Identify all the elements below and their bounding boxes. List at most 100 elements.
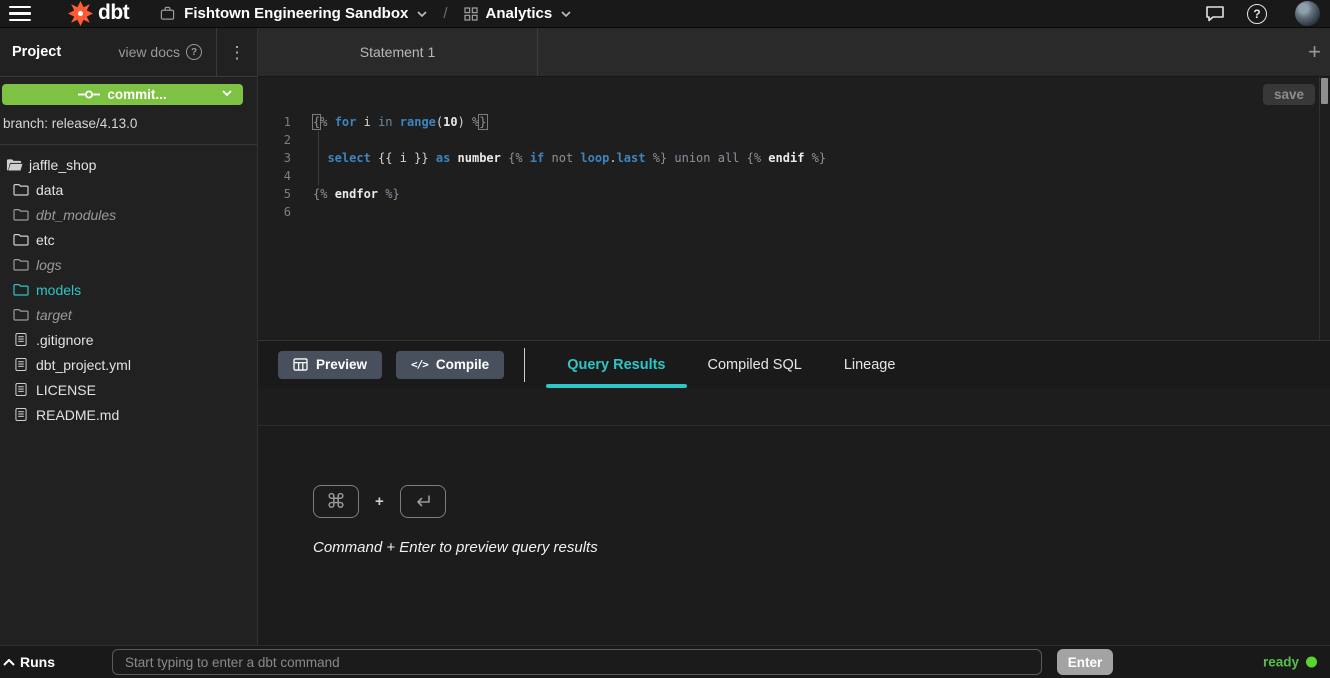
- results-toolbar: Preview </> Compile Query ResultsCompile…: [258, 340, 1330, 388]
- tree-item-label: jaffle_shop: [29, 157, 96, 173]
- tree-item-readme-md[interactable]: README.md: [0, 402, 257, 427]
- chevron-down-icon: [561, 11, 571, 17]
- dbt-logo-icon: [68, 1, 93, 26]
- project-name: Fishtown Engineering Sandbox: [184, 5, 408, 22]
- code-text: [305, 167, 313, 185]
- tree-item-label: target: [36, 307, 72, 323]
- folder-open-icon: [5, 158, 23, 172]
- code-line[interactable]: 1{% for i in range(10) %}: [258, 113, 1318, 131]
- results-tabs: Query ResultsCompiled SQLLineage: [546, 341, 916, 388]
- tab-query-results[interactable]: Query Results: [546, 341, 686, 388]
- tab-lineage[interactable]: Lineage: [823, 341, 917, 388]
- folder-icon: [12, 183, 30, 196]
- tree-item-gitignore[interactable]: .gitignore: [0, 327, 257, 352]
- folder-icon: [12, 283, 30, 296]
- chevron-up-icon: [3, 659, 15, 666]
- branch-label: branch: release/4.13.0: [3, 116, 257, 131]
- environment-switcher[interactable]: Analytics: [464, 5, 572, 22]
- line-number: 4: [258, 167, 305, 185]
- file-icon: [12, 407, 30, 422]
- line-number: 5: [258, 185, 305, 203]
- code-text: [305, 203, 313, 221]
- hamburger-menu-icon[interactable]: [9, 6, 31, 21]
- tree-item-label: LICENSE: [36, 382, 96, 398]
- tree-item-dbt-modules[interactable]: dbt_modules: [0, 202, 257, 227]
- tree-item-models[interactable]: models: [0, 277, 257, 302]
- editor-column: Statement 1 + save 1{% for i in range(10…: [258, 28, 1330, 645]
- sidebar-title: Project: [12, 44, 61, 60]
- tree-item-label: etc: [36, 232, 55, 248]
- command-input[interactable]: [112, 649, 1042, 675]
- folder-icon: [12, 233, 30, 246]
- indent-guide: [318, 131, 319, 185]
- dbt-cloud-ide: dbt Fishtown Engineering Sandbox /: [0, 0, 1330, 678]
- tab-statement-1[interactable]: Statement 1: [258, 28, 538, 76]
- question-circle-icon: ?: [186, 44, 202, 60]
- folder-icon: [12, 208, 30, 221]
- save-button-label: save: [1274, 87, 1304, 102]
- editor-scrollbar[interactable]: [1319, 77, 1330, 340]
- help-icon[interactable]: ?: [1247, 4, 1267, 24]
- status-label: ready: [1263, 655, 1299, 670]
- view-docs-link[interactable]: view docs ?: [119, 44, 202, 60]
- status-indicator: ready: [1263, 655, 1317, 670]
- tree-item-label: data: [36, 182, 63, 198]
- folder-icon: [12, 258, 30, 271]
- kebab-menu-icon[interactable]: ⋮: [217, 44, 257, 61]
- new-tab-button[interactable]: +: [1308, 28, 1321, 76]
- breadcrumb-separator: /: [443, 5, 447, 22]
- tree-item-target[interactable]: target: [0, 302, 257, 327]
- code-line[interactable]: 2: [258, 131, 1318, 149]
- commit-button[interactable]: commit...: [2, 84, 243, 105]
- tree-item-data[interactable]: data: [0, 177, 257, 202]
- briefcase-icon: [160, 6, 175, 21]
- bottom-bar: Runs Enter ready: [0, 645, 1330, 678]
- code-text: {% for i in range(10) %}: [305, 113, 487, 131]
- file-icon: [12, 357, 30, 372]
- environment-name: Analytics: [486, 5, 553, 22]
- tree-item-label: .gitignore: [36, 332, 94, 348]
- code-editor[interactable]: save 1{% for i in range(10) %}23 select …: [258, 77, 1330, 340]
- project-switcher[interactable]: Fishtown Engineering Sandbox: [129, 5, 427, 22]
- preview-button[interactable]: Preview: [278, 351, 382, 379]
- code-text: {% endfor %}: [305, 185, 400, 203]
- file-icon: [12, 332, 30, 347]
- divider: [524, 348, 525, 382]
- compile-button[interactable]: </> Compile: [396, 351, 504, 379]
- code-line[interactable]: 3 select {{ i }} as number {% if not loo…: [258, 149, 1318, 167]
- tree-item-label: dbt_project.yml: [36, 357, 131, 373]
- commit-button-label: commit...: [107, 87, 166, 102]
- sidebar-header: Project view docs ? ⋮: [0, 28, 257, 77]
- tab-label: Statement 1: [360, 44, 436, 60]
- code-line[interactable]: 4: [258, 167, 1318, 185]
- runs-label: Runs: [20, 654, 55, 670]
- table-grid-icon: [293, 358, 308, 371]
- git-commit-icon: [78, 89, 100, 100]
- code-text: [305, 131, 313, 149]
- tree-item-logs[interactable]: logs: [0, 252, 257, 277]
- chat-icon[interactable]: [1205, 5, 1225, 23]
- sidebar: Project view docs ? ⋮ commit...: [0, 28, 258, 645]
- line-number: 1: [258, 113, 305, 131]
- file-icon: [12, 382, 30, 397]
- scrollbar-thumb[interactable]: [1321, 78, 1328, 104]
- tree-item-etc[interactable]: etc: [0, 227, 257, 252]
- user-avatar[interactable]: [1295, 1, 1320, 26]
- view-docs-label: view docs: [119, 44, 180, 60]
- runs-toggle[interactable]: Runs: [3, 654, 55, 670]
- line-number: 2: [258, 131, 305, 149]
- save-button[interactable]: save: [1263, 84, 1315, 105]
- tab-compiled-sql[interactable]: Compiled SQL: [687, 341, 823, 388]
- editor-tab-bar: Statement 1 +: [258, 28, 1330, 77]
- dbt-logo[interactable]: dbt: [68, 1, 129, 26]
- code-line[interactable]: 6: [258, 203, 1318, 221]
- code-line[interactable]: 5{% endfor %}: [258, 185, 1318, 203]
- results-subheader: [258, 388, 1330, 426]
- tree-item-license[interactable]: LICENSE: [0, 377, 257, 402]
- enter-button[interactable]: Enter: [1057, 649, 1113, 675]
- code-lines: 1{% for i in range(10) %}23 select {{ i …: [258, 113, 1318, 221]
- enter-key-icon: [400, 485, 446, 518]
- chevron-down-icon[interactable]: [222, 90, 232, 96]
- tree-item-jaffle-shop[interactable]: jaffle_shop: [0, 152, 257, 177]
- tree-item-dbt-project-yml[interactable]: dbt_project.yml: [0, 352, 257, 377]
